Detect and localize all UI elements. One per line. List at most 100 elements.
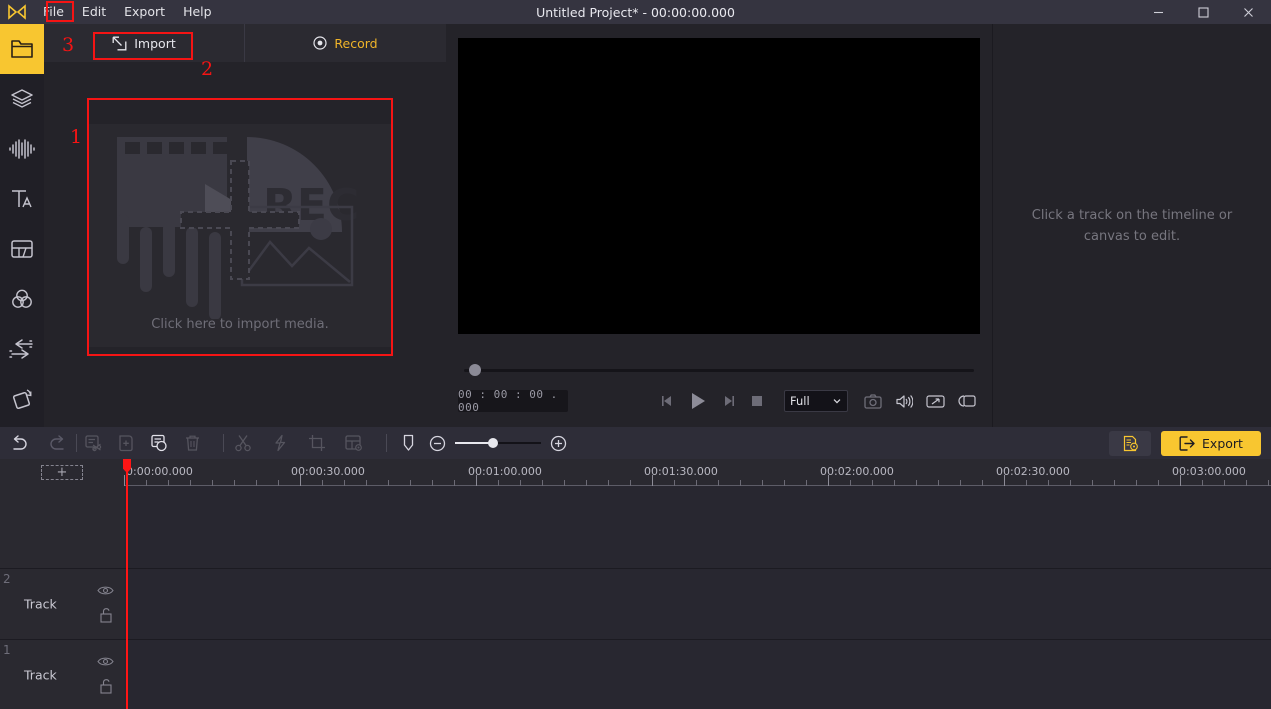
track-toggles-1 xyxy=(97,652,114,698)
inspector-panel: Click a track on the timeline or canvas … xyxy=(992,24,1271,427)
undo-icon[interactable] xyxy=(0,427,38,459)
speed-lightning-icon[interactable] xyxy=(261,427,298,459)
annotation-box-dropzone xyxy=(87,98,393,356)
preview-canvas[interactable] xyxy=(458,38,980,334)
redo-icon[interactable] xyxy=(38,427,76,459)
annotation-number-2: 2 xyxy=(201,58,214,80)
record-dot-icon xyxy=(313,36,327,50)
scrubber-handle[interactable] xyxy=(469,364,481,376)
rail-item-media[interactable] xyxy=(0,24,44,74)
scissors-icon[interactable] xyxy=(224,427,261,459)
camera-icon[interactable] xyxy=(864,393,882,409)
export-button[interactable]: Export xyxy=(1161,430,1261,456)
zoom-in-icon[interactable] xyxy=(550,427,567,459)
volume-icon[interactable] xyxy=(895,394,913,409)
zoom-slider-handle[interactable] xyxy=(488,438,498,448)
transport-controls xyxy=(660,391,764,411)
transitions-arrows-icon xyxy=(9,339,35,359)
rail-item-transitions[interactable] xyxy=(0,324,44,374)
menu-item-help[interactable]: Help xyxy=(174,2,221,22)
inspector-empty-message: Click a track on the timeline or canvas … xyxy=(1031,207,1233,244)
track-number-2: 2 xyxy=(3,572,11,586)
next-frame-icon[interactable] xyxy=(722,394,736,408)
rail-item-effects[interactable] xyxy=(0,374,44,424)
preview-scrubber[interactable] xyxy=(458,363,980,377)
timeline-empty-area[interactable] xyxy=(0,486,1271,568)
track-row-2: 2 Track xyxy=(0,569,1271,639)
ruler-time-label: 00:01:00.000 xyxy=(468,465,542,478)
add-clip-icon[interactable] xyxy=(110,427,143,459)
ruler-time-label: 0:00:00.000 xyxy=(126,465,193,478)
app-logo-icon xyxy=(0,4,34,20)
trash-icon[interactable] xyxy=(176,427,209,459)
ruler-time-label: 00:03:00.000 xyxy=(1172,465,1246,478)
eye-icon[interactable] xyxy=(97,652,114,671)
rail-item-stickers[interactable] xyxy=(0,74,44,124)
timeline: + 0:00:00.000 00:00:30.000 00:01:00.000 00:… xyxy=(0,459,1271,709)
quality-value: Full xyxy=(790,394,810,408)
empty-lane-head xyxy=(0,486,124,568)
tab-record[interactable]: Record xyxy=(244,24,446,62)
timeline-playhead[interactable] xyxy=(123,459,131,709)
track-lane-1[interactable] xyxy=(124,640,1271,709)
track-header-2[interactable]: 2 Track xyxy=(0,569,124,639)
zoom-out-icon[interactable] xyxy=(429,427,446,459)
chevron-down-icon xyxy=(833,399,841,404)
export-settings-button[interactable] xyxy=(1109,430,1151,456)
ruler-time-label: 00:02:30.000 xyxy=(996,465,1070,478)
edit-toolbar: Export xyxy=(0,427,1271,459)
track-number-1: 1 xyxy=(3,643,11,657)
ruler-time-label: 00:01:30.000 xyxy=(644,465,718,478)
ruler-major-tick xyxy=(1004,475,1005,486)
previous-frame-icon[interactable] xyxy=(660,394,674,408)
duplicate-icon[interactable] xyxy=(143,427,176,459)
track-lane-2[interactable] xyxy=(124,569,1271,639)
add-track-button[interactable]: + xyxy=(41,465,83,480)
play-icon[interactable] xyxy=(688,391,708,411)
timeline-corner: + xyxy=(0,459,124,486)
player-controls-bar: 00 : 00 : 00 . 000 Full xyxy=(458,384,980,418)
marker-icon[interactable] xyxy=(387,427,429,459)
ruler-major-tick xyxy=(1180,475,1181,486)
unlock-icon[interactable] xyxy=(99,678,113,698)
annotation-box-file xyxy=(46,1,74,22)
rail-item-audio[interactable] xyxy=(0,124,44,174)
zoom-slider[interactable] xyxy=(455,437,541,449)
mask-icon[interactable] xyxy=(335,427,372,459)
unlock-icon[interactable] xyxy=(99,607,113,627)
folder-icon xyxy=(11,40,33,58)
track-label-2: Track xyxy=(24,596,57,612)
stop-icon[interactable] xyxy=(750,394,764,408)
ruler-major-tick xyxy=(828,475,829,486)
eye-icon[interactable] xyxy=(97,581,114,600)
close-icon[interactable] xyxy=(1226,0,1271,24)
split-and-delete-icon[interactable] xyxy=(77,427,110,459)
rail-item-templates[interactable] xyxy=(0,224,44,274)
player-extra-controls xyxy=(864,393,977,409)
menu-item-export[interactable]: Export xyxy=(115,2,174,22)
annotation-number-3: 3 xyxy=(62,34,75,56)
rail-item-filters[interactable] xyxy=(0,274,44,324)
track-header-1[interactable]: 1 Track xyxy=(0,640,124,709)
ruler-major-tick xyxy=(300,475,301,486)
export-settings-icon xyxy=(1123,435,1138,451)
preview-panel: 00 : 00 : 00 . 000 Full xyxy=(446,24,992,427)
rail-item-text[interactable] xyxy=(0,174,44,224)
fullscreen-icon[interactable] xyxy=(926,394,945,409)
export-arrow-icon xyxy=(1179,435,1195,451)
ruler-major-tick xyxy=(476,475,477,486)
color-circles-icon xyxy=(12,289,32,308)
maximize-icon[interactable] xyxy=(1181,0,1226,24)
timeline-ruler[interactable]: 0:00:00.000 00:00:30.000 00:01:00.000 00:01… xyxy=(124,459,1271,486)
pip-icon[interactable] xyxy=(958,394,977,409)
audio-waveform-icon xyxy=(9,139,35,159)
quality-dropdown[interactable]: Full xyxy=(784,390,848,412)
annotation-box-import xyxy=(93,32,193,60)
ruler-major-tick xyxy=(124,475,125,486)
minimize-icon[interactable] xyxy=(1136,0,1181,24)
tool-rail xyxy=(0,24,44,427)
export-button-label: Export xyxy=(1202,435,1243,451)
crop-icon[interactable] xyxy=(298,427,335,459)
menu-item-edit[interactable]: Edit xyxy=(73,2,115,22)
empty-lane-body[interactable] xyxy=(124,486,1271,568)
